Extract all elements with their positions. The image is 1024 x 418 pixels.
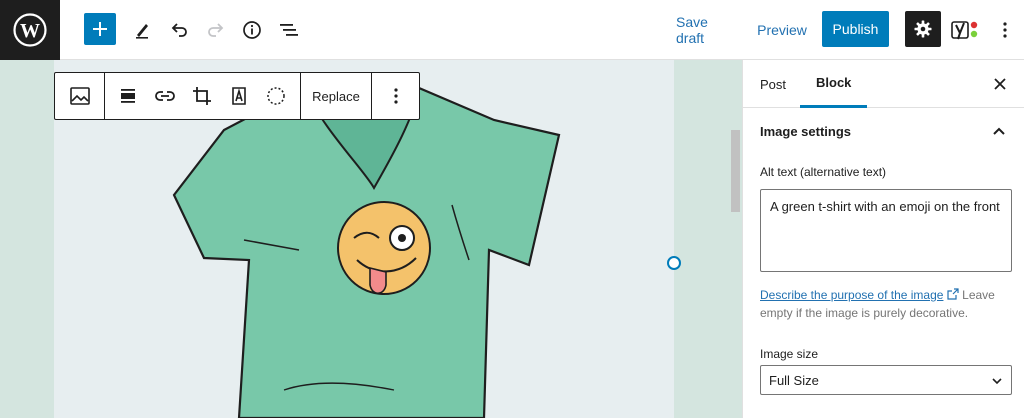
pencil-icon — [136, 24, 148, 39]
settings-button[interactable] — [905, 11, 941, 47]
options-button[interactable] — [994, 12, 1016, 48]
svg-text:W: W — [20, 20, 40, 42]
undo-icon — [171, 23, 187, 37]
image-icon — [70, 87, 90, 105]
sidebar-tabs: Post Block — [743, 60, 1024, 108]
block-tools-group — [105, 73, 301, 119]
undo-button[interactable] — [165, 12, 193, 48]
link-icon — [155, 91, 175, 101]
plus-icon — [93, 22, 107, 36]
replace-button[interactable]: Replace — [301, 73, 371, 119]
duotone-icon — [267, 87, 285, 105]
block-type-group — [55, 73, 105, 119]
crop-icon — [193, 87, 211, 105]
publish-button[interactable]: Publish — [822, 11, 889, 47]
crop-button[interactable] — [190, 84, 214, 108]
details-button[interactable] — [238, 12, 266, 48]
image-block-type-button[interactable] — [68, 84, 92, 108]
add-block-button[interactable] — [84, 13, 116, 45]
image-size-select[interactable]: Full Size — [760, 365, 1012, 395]
describe-purpose-link[interactable]: Describe the purpose of the image — [760, 288, 943, 302]
yoast-icon — [951, 21, 978, 40]
edit-tools-button[interactable] — [128, 12, 156, 48]
panel-title: Image settings — [760, 124, 852, 139]
alt-text-field[interactable]: A green t-shirt with an emoji on the fro… — [760, 189, 1012, 272]
tab-block[interactable]: Block — [800, 60, 868, 108]
yoast-seo-button[interactable] — [949, 12, 983, 48]
more-vertical-icon — [394, 88, 398, 104]
close-icon — [994, 78, 1006, 90]
close-sidebar-button[interactable] — [991, 75, 1009, 93]
editor-scrollbar[interactable] — [731, 130, 740, 212]
block-toolbar: Replace — [54, 72, 420, 120]
wordpress-icon: W — [13, 13, 47, 47]
info-icon — [243, 21, 261, 39]
preview-button[interactable]: Preview — [757, 12, 807, 48]
duotone-button[interactable] — [264, 84, 288, 108]
alt-text-label: Alt text (alternative text) — [760, 165, 887, 179]
redo-button[interactable] — [202, 12, 230, 48]
align-button[interactable] — [116, 84, 140, 108]
more-vertical-icon — [1003, 22, 1007, 38]
alt-text-help: Describe the purpose of the image Leave … — [760, 286, 1010, 322]
collapse-panel-button[interactable] — [991, 124, 1007, 140]
chevron-down-icon — [992, 378, 1002, 385]
image-size-value: Full Size — [769, 373, 819, 388]
link-button[interactable] — [153, 84, 177, 108]
external-link-icon — [947, 287, 959, 300]
top-toolbar: W Save draft Preview Publish — [0, 0, 1024, 60]
redo-icon — [208, 23, 224, 37]
list-view-icon — [280, 24, 298, 36]
toolbar-divider — [371, 73, 372, 119]
editor-area: Replace — [0, 60, 742, 418]
text-overlay-icon — [232, 87, 246, 105]
block-options-button[interactable] — [384, 84, 408, 108]
wordpress-logo[interactable]: W — [0, 0, 60, 60]
settings-sidebar: Post Block Image settings Alt text (alte… — [742, 60, 1024, 418]
list-view-button[interactable] — [275, 12, 303, 48]
text-overlay-button[interactable] — [227, 84, 251, 108]
resize-handle[interactable] — [667, 256, 681, 270]
tab-post[interactable]: Post — [760, 60, 786, 108]
image-size-label: Image size — [760, 347, 819, 361]
chevron-up-icon — [993, 127, 1005, 135]
gear-icon — [914, 20, 932, 38]
save-draft-button[interactable]: Save draft — [676, 12, 738, 48]
align-icon — [121, 89, 135, 103]
